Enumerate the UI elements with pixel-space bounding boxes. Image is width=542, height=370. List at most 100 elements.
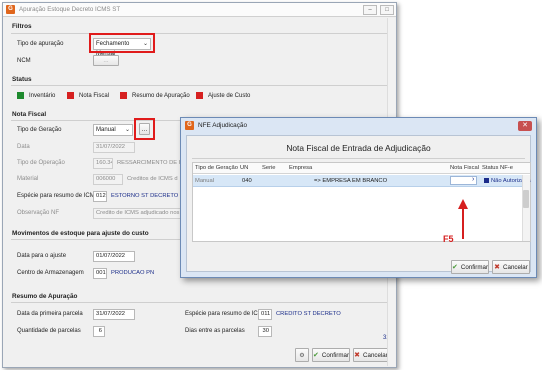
chevron-down-icon: ⌄ [124,127,130,133]
cell-tipo: Manual [195,178,215,184]
col-serie[interactable]: Serie [262,165,276,171]
section-status: Status [12,76,32,83]
cancel-label: Cancelar [363,351,388,359]
maximize-icon[interactable]: □ [380,5,394,15]
especie-resumo-label: Espécie para resumo de ICMS [185,311,267,317]
cell-un: 040 [242,178,252,184]
check-icon: ✔ [451,264,458,271]
grid-scroll-thumb[interactable] [523,190,529,208]
qtd-parcelas-label: Quantidade de parcelas [17,328,81,334]
arrow-up-icon [458,199,468,239]
tipo-geracao-value: Manual [96,127,116,133]
ncm-lookup-label: ... [103,57,109,64]
divider [11,85,395,86]
divider [11,33,395,34]
legend-inventario: Inventário [17,92,55,99]
chevron-right-icon: › [472,176,475,183]
observacao-field[interactable]: Credito de ICMS adjudicado nos termos [93,208,185,219]
table-row[interactable]: Manual 040 => EMPRESA EM BRANCO › Não Au… [193,175,531,187]
legend-label: Nota Fiscal [79,92,110,99]
confirm-label: Confirmar [321,351,350,359]
col-empresa[interactable]: Empresa [289,165,312,171]
dialog-titlebar: G NFE Adjudicação [181,118,536,133]
section-filtros: Filtros [12,23,32,30]
divider [11,239,181,240]
material-code-field[interactable]: 006000 [93,174,123,185]
legend-label: Inventário [29,92,56,99]
dialog-confirm-button[interactable]: ✔ Confirmar [451,260,489,274]
status-color-icon [120,92,127,99]
legend-resumo: Resumo de Apuração [120,92,190,99]
confirm-button[interactable]: ✔ Confirmar [312,348,350,362]
settings-button[interactable]: ⚙ [295,348,309,362]
status-color-icon [196,92,203,99]
data-field[interactable]: 31/07/2022 [93,142,135,153]
dias-parcelas-label: Dias entre as parcelas [185,328,245,334]
legend-ajuste-custo: Ajuste de Custo [196,92,250,99]
centro-label: Centro de Armazenagem [17,270,84,276]
cancel-button[interactable]: ✖ Cancelar [353,348,389,362]
especie-icms-code-field[interactable]: 012 [93,191,107,202]
grid-header: Tipo de Geração UN Serie Empresa Nota Fi… [193,163,530,174]
highlight-box [134,118,155,140]
material-label: Material [17,176,39,182]
cell-empresa: => EMPRESA EM BRANCO [314,178,388,184]
status-indicator-icon [484,178,489,183]
tipo-geracao-select[interactable]: Manual ⌄ [93,124,133,136]
highlight-box [89,33,155,53]
centro-code-field[interactable]: 001 [93,268,107,279]
data-primeira-parcela-field[interactable]: 31/07/2022 [93,309,135,320]
legend-label: Resumo de Apuração [132,92,190,99]
main-titlebar: G Apuração Estoque Decreto ICMS ST – □ [3,3,396,17]
data-primeira-parcela-label: Data da primeira parcela [17,311,83,317]
section-movimentos: Movimentos de estoque para ajuste do cus… [12,230,149,237]
legend-label: Ajuste de Custo [208,92,251,99]
col-tipo-geracao[interactable]: Tipo de Geração [195,165,238,171]
cancel-icon: ✖ [494,264,501,271]
dialog-header: Nota Fiscal de Entrada de Adjudicação [286,143,431,153]
data-ajuste-field[interactable]: 01/07/2022 [93,251,135,262]
app-logo-icon: G [185,121,194,130]
tipo-operacao-code-field[interactable]: 160.34 [93,158,113,169]
divider [192,158,525,159]
ncm-lookup-button[interactable]: ... [93,55,119,66]
centro-desc: PRODUCAO PN [111,270,155,276]
legend-nota-fiscal: Nota Fiscal [67,92,109,99]
data-label: Data [17,144,30,150]
section-resumo: Resumo de Apuração [12,293,78,300]
dialog-cancel-button[interactable]: ✖ Cancelar [492,260,530,274]
especie-icms-desc: ESTORNO ST DECRETO [111,193,179,199]
divider [11,302,395,303]
nfe-adjudicacao-dialog: G NFE Adjudicação ✕ Nota Fiscal de Entra… [180,117,537,278]
dialog-cancel-label: Cancelar [503,263,528,271]
especie-resumo-desc: CREDITO ST DECRETO [276,311,341,317]
tipo-geracao-label: Tipo de Geração [17,127,62,133]
gear-icon: ⚙ [299,351,305,359]
qtd-parcelas-field[interactable]: 6 [93,326,105,337]
nfe-grid: Tipo de Geração UN Serie Empresa Nota Fi… [192,162,531,242]
cancel-icon: ✖ [354,352,361,359]
check-icon: ✔ [312,352,319,359]
especie-icms-label: Espécie para resumo de ICMS [17,193,99,199]
dias-parcelas-field[interactable]: 30 [258,326,272,337]
section-nota-fiscal: Nota Fiscal [12,111,47,118]
material-desc: Creditos de ICMS d [127,176,178,182]
annotation-label: F5 [443,234,454,244]
tipo-operacao-label: Tipo de Operação [17,160,65,166]
status-color-icon [17,92,24,99]
col-nota-fiscal[interactable]: Nota Fiscal [450,165,479,171]
dialog-confirm-label: Confirmar [460,263,489,271]
close-icon[interactable]: ✕ [518,121,532,131]
status-color-icon [67,92,74,99]
tipo-apuracao-label: Tipo de apuração [17,41,64,47]
data-ajuste-label: Data para o ajuste [17,253,67,259]
col-status-nfe[interactable]: Status NF-e [482,165,513,171]
window-title: Apuração Estoque Decreto ICMS ST [19,6,121,13]
observacao-label: Observação NF [17,210,60,216]
dialog-body: Nota Fiscal de Entrada de Adjudicação Ti… [186,135,531,274]
col-un[interactable]: UN [240,165,248,171]
especie-resumo-code-field[interactable]: 011 [258,309,272,320]
grid-scrollbar[interactable] [522,175,530,241]
minimize-icon[interactable]: – [363,5,377,15]
ncm-label: NCM [17,58,31,64]
